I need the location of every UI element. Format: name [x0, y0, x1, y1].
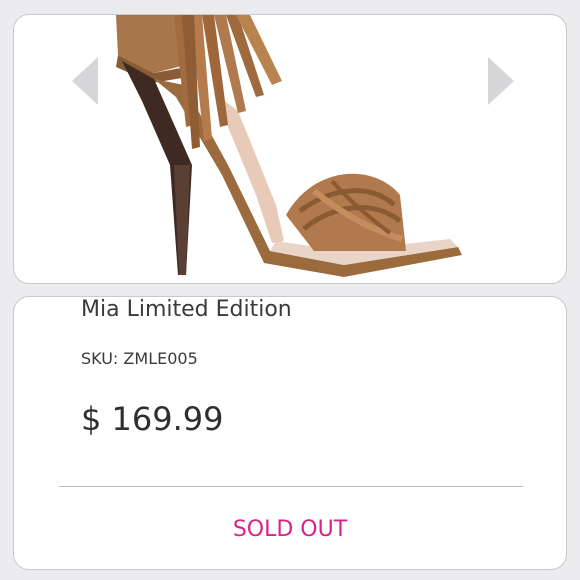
sku-row: SKU: ZMLE005 — [81, 349, 198, 368]
price: $ 169.99 — [81, 400, 224, 438]
product-name: Mia Limited Edition — [81, 297, 292, 322]
price-currency: $ — [81, 400, 102, 438]
chevron-left-icon — [72, 57, 98, 105]
chevron-right-icon — [488, 57, 514, 105]
sku-label: SKU: — [81, 349, 119, 368]
product-gallery — [13, 14, 567, 284]
sold-out-status: SOLD OUT — [232, 517, 348, 542]
product-info-card: Mia Limited Edition SKU: ZMLE005 $ 169.9… — [13, 296, 567, 570]
price-value: 169.99 — [111, 400, 224, 438]
divider — [59, 486, 523, 487]
previous-image-button[interactable] — [68, 53, 108, 109]
sku-value: ZMLE005 — [123, 349, 198, 368]
next-image-button[interactable] — [484, 53, 524, 109]
